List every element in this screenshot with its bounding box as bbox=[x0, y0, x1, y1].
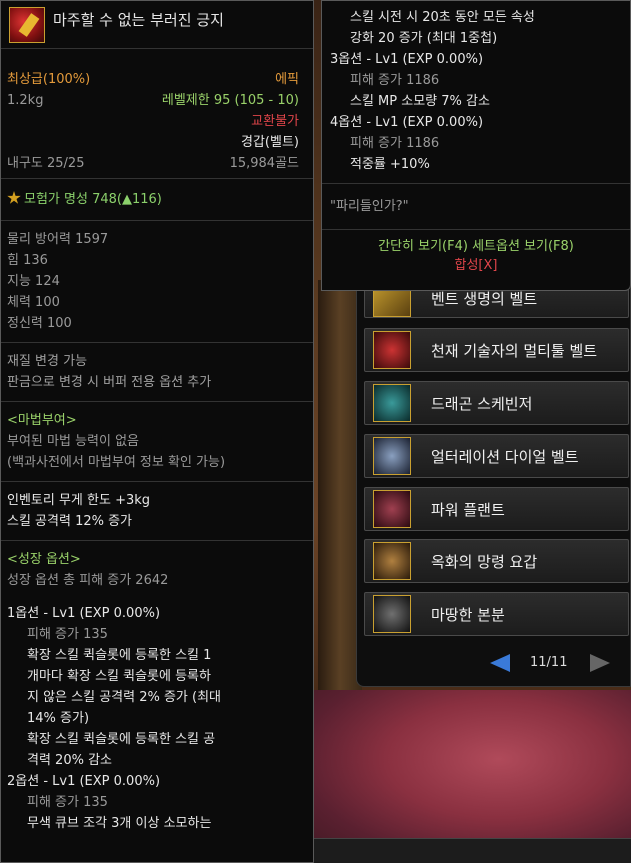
trade-status: 교환불가 bbox=[251, 114, 299, 129]
list-item[interactable]: 천재 기술자의 멀티툴 벨트 bbox=[364, 328, 629, 372]
item-name: 천재 기술자의 멀티툴 벨트 bbox=[431, 342, 598, 360]
power-plant-icon bbox=[373, 490, 411, 528]
stat-line: 지능 124 bbox=[7, 274, 60, 289]
dial-belt-icon bbox=[373, 437, 411, 475]
tooltip-continuation: 스킬 시전 시 20초 동안 모든 속성 강화 20 증가 (최대 1중첩) 3… bbox=[321, 0, 631, 291]
enchant-line: (백과사전에서 마법부여 정보 확인 가능) bbox=[7, 455, 226, 470]
enchant-header: <마법부여> bbox=[7, 413, 77, 428]
option-damage: 피해 증가 135 bbox=[27, 627, 108, 642]
prev-page-icon[interactable] bbox=[490, 654, 510, 672]
option-title: 2옵션 - Lv1 (EXP 0.00%) bbox=[7, 774, 161, 789]
growth-section: <성장 옵션> 성장 옵션 총 피해 증가 2642 1옵션 - Lv1 (EX… bbox=[1, 541, 313, 842]
option-line: 무색 큐브 조각 3개 이상 소모하는 bbox=[27, 816, 212, 831]
effect-line: 스킬 MP 소모량 7% 감소 bbox=[350, 94, 490, 109]
multitool-belt-icon bbox=[373, 331, 411, 369]
weight-text: 1.2kg bbox=[7, 93, 44, 108]
effect-line: 스킬 공격력 12% 증가 bbox=[7, 514, 133, 529]
option-title: 1옵션 - Lv1 (EXP 0.00%) bbox=[7, 606, 161, 621]
page-number: 11/11 bbox=[530, 655, 568, 670]
list-item[interactable]: 드래곤 스케빈저 bbox=[364, 381, 629, 425]
grade-text: 최상급(100%) bbox=[7, 72, 91, 87]
effect-line: 스킬 시전 시 20초 동안 모든 속성 bbox=[350, 10, 535, 25]
item-name: 옥화의 망령 요갑 bbox=[431, 553, 538, 571]
price-text: 15,984골드 bbox=[229, 156, 299, 171]
list-item[interactable]: 마땅한 본분 bbox=[364, 592, 629, 636]
stat-line: 물리 방어력 1597 bbox=[7, 232, 109, 247]
item-tooltip: 마주할 수 없는 부러진 긍지 최상급(100%) 에픽 1.2kg 레벨제한 95… bbox=[0, 0, 314, 863]
duty-belt-icon bbox=[373, 595, 411, 633]
effect-line: 인벤토리 무게 한도 +3kg bbox=[7, 493, 151, 508]
bottom-bar bbox=[300, 838, 631, 863]
option-title: 3옵션 - Lv1 (EXP 0.00%) bbox=[330, 52, 484, 67]
option-line: 개마다 확장 스킬 퀵슬롯에 등록하 bbox=[27, 669, 211, 684]
material-line: 재질 변경 가능 bbox=[7, 354, 88, 369]
item-name: 마땅한 본분 bbox=[431, 606, 505, 624]
fame-section: 모험가 명성 748(▲116) bbox=[1, 179, 313, 221]
level-limit: 레벨제한 95 (105 - 10) bbox=[161, 93, 299, 108]
pagination: 11/11 bbox=[490, 652, 620, 676]
quote-section: "파리들인가?" bbox=[322, 183, 630, 229]
tooltip-header: 마주할 수 없는 부러진 긍지 bbox=[1, 1, 313, 49]
list-item[interactable]: 얼터레이션 다이얼 벨트 bbox=[364, 434, 629, 478]
item-name: 파워 플랜트 bbox=[431, 501, 505, 519]
option-line: 14% 증가) bbox=[27, 711, 90, 726]
growth-header: <성장 옵션> bbox=[7, 552, 81, 567]
item-name: 벤트 생명의 벨트 bbox=[431, 290, 538, 308]
fame-value: 모험가 명성 748(▲116) bbox=[24, 192, 162, 207]
option-damage: 피해 증가 135 bbox=[27, 795, 108, 810]
footer-buttons: 간단히 보기(F4) 세트옵션 보기(F8) 합성[X] bbox=[322, 229, 630, 281]
item-quote: "파리들인가?" bbox=[330, 199, 409, 214]
ghost-belt-icon bbox=[373, 542, 411, 580]
option-line: 격력 20% 감소 bbox=[27, 753, 112, 768]
growth-total: 성장 옵션 총 피해 증가 2642 bbox=[7, 573, 169, 588]
fame-icon bbox=[7, 191, 21, 204]
view-toggle-buttons[interactable]: 간단히 보기(F4) 세트옵션 보기(F8) bbox=[330, 236, 622, 257]
rarity-text: 에픽 bbox=[275, 72, 299, 87]
item-title: 마주할 수 없는 부러진 긍지 bbox=[53, 11, 224, 29]
stat-line: 체력 100 bbox=[7, 295, 60, 310]
item-type: 경갑(벨트) bbox=[241, 135, 299, 150]
option-title: 4옵션 - Lv1 (EXP 0.00%) bbox=[330, 115, 484, 130]
option-damage: 피해 증가 1186 bbox=[350, 136, 440, 151]
durability-text: 내구도 25/25 bbox=[7, 156, 85, 171]
enchant-line: 부여된 마법 능력이 없음 bbox=[7, 434, 139, 449]
list-item[interactable]: 파워 플랜트 bbox=[364, 487, 629, 531]
list-item[interactable]: 옥화의 망령 요갑 bbox=[364, 539, 629, 583]
stat-line: 정신력 100 bbox=[7, 316, 72, 331]
synth-button[interactable]: 합성[X] bbox=[330, 257, 622, 275]
effects-section: 인벤토리 무게 한도 +3kg 스킬 공격력 12% 증가 bbox=[1, 482, 313, 541]
item-name: 얼터레이션 다이얼 벨트 bbox=[431, 448, 579, 466]
enchant-section: <마법부여> 부여된 마법 능력이 없음 (백과사전에서 마법부여 정보 확인 … bbox=[1, 402, 313, 482]
basic-info: 최상급(100%) 에픽 1.2kg 레벨제한 95 (105 - 10) 교환불가… bbox=[1, 49, 313, 179]
effect-line: 적중률 +10% bbox=[350, 157, 430, 172]
item-name: 드래곤 스케빈저 bbox=[431, 395, 533, 413]
material-section: 재질 변경 가능 판금으로 변경 시 버퍼 전용 옵션 추가 bbox=[1, 343, 313, 402]
stats-section: 물리 방어력 1597 힘 136 지능 124 체력 100 정신력 100 bbox=[1, 221, 313, 343]
stat-line: 힘 136 bbox=[7, 253, 48, 268]
effect-line: 강화 20 증가 (최대 1중첩) bbox=[350, 31, 498, 46]
dragon-belt-icon bbox=[373, 384, 411, 422]
option-damage: 피해 증가 1186 bbox=[350, 73, 440, 88]
option-line: 지 않은 스킬 공격력 2% 증가 (최대 bbox=[27, 690, 222, 705]
option-line: 확장 스킬 퀵슬롯에 등록한 스킬 공 bbox=[27, 732, 216, 747]
material-line: 판금으로 변경 시 버퍼 전용 옵션 추가 bbox=[7, 375, 212, 390]
option-line: 확장 스킬 퀵슬롯에 등록한 스킬 1 bbox=[27, 648, 212, 663]
next-page-icon[interactable] bbox=[590, 654, 610, 672]
belt-icon bbox=[9, 7, 45, 43]
